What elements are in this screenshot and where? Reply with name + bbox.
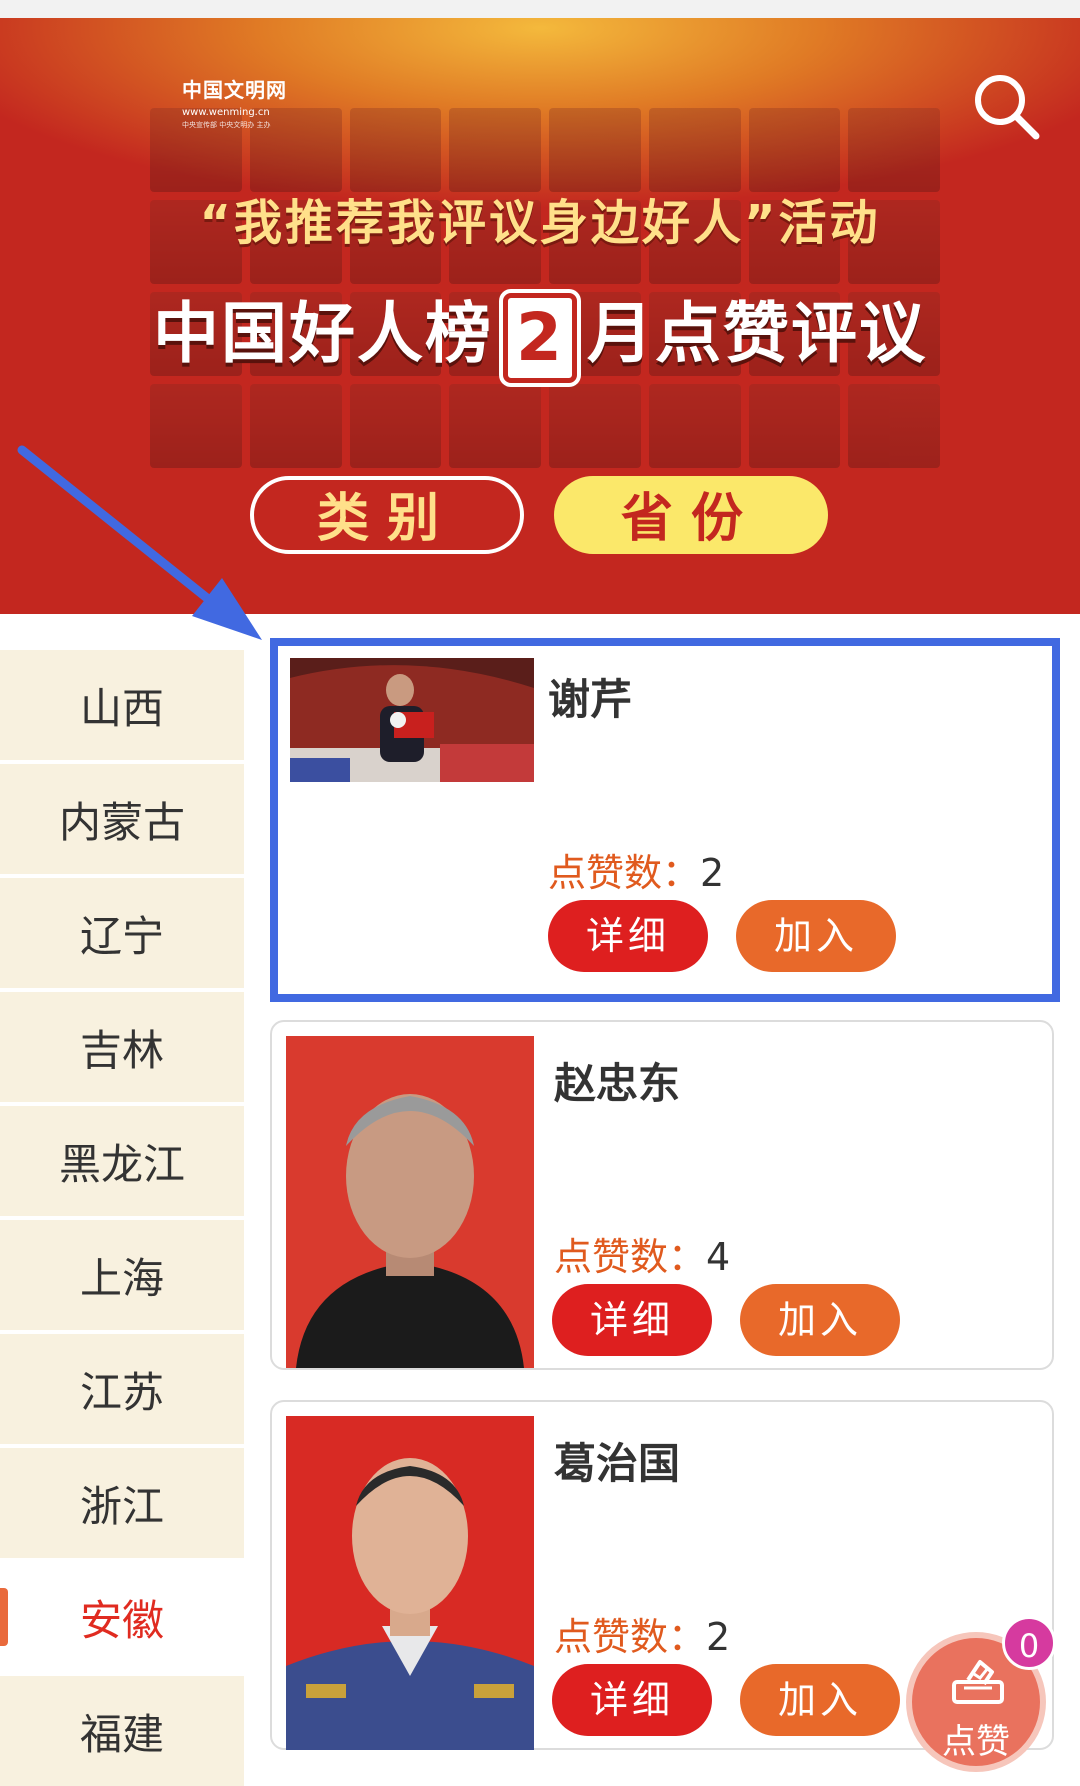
sidebar-item-jiangsu[interactable]: 江苏 xyxy=(0,1334,244,1444)
logo-name: 中国文明网 xyxy=(182,78,287,102)
search-button[interactable] xyxy=(970,70,1042,142)
headline-post: 月点赞评议 xyxy=(587,295,927,372)
active-indicator xyxy=(0,1588,8,1646)
like-fab-label: 点赞 xyxy=(942,1722,1010,1762)
campaign-headline: 中国好人榜 2 月点赞评议 xyxy=(0,280,1080,383)
join-button[interactable]: 加入 xyxy=(736,900,896,972)
province-sidebar: 山西 内蒙古 辽宁 吉林 黑龙江 上海 江苏 浙江 安徽 福建 xyxy=(0,614,244,1786)
join-button[interactable]: 加入 xyxy=(740,1664,900,1736)
like-count-label: 点赞数： xyxy=(548,851,701,895)
like-count-label: 点赞数： xyxy=(554,1235,707,1279)
sidebar-item-fujian[interactable]: 福建 xyxy=(0,1676,244,1786)
search-icon xyxy=(975,75,1040,140)
campaign-subtitle: “我推荐我评议身边好人”活动 xyxy=(199,195,881,251)
like-count-label: 点赞数： xyxy=(554,1615,707,1659)
person-name: 谢芹 xyxy=(548,675,633,724)
join-button[interactable]: 加入 xyxy=(740,1284,900,1356)
like-count-value: 4 xyxy=(706,1235,731,1279)
detail-button[interactable]: 详细 xyxy=(552,1664,712,1736)
sidebar-item-anhui[interactable]: 安徽 xyxy=(0,1562,244,1672)
person-photo xyxy=(286,1036,534,1368)
like-count-badge: 0 xyxy=(1002,1616,1056,1670)
detail-button[interactable]: 详细 xyxy=(548,900,708,972)
person-name: 赵忠东 xyxy=(554,1059,681,1108)
annotation-arrow xyxy=(17,445,262,640)
like-count: 点赞数：2 xyxy=(548,842,724,897)
vote-box-icon xyxy=(952,1660,1004,1704)
headline-pre: 中国好人榜 xyxy=(153,295,493,372)
tab-province[interactable]: 省份 xyxy=(554,476,828,554)
headline-month: 2 xyxy=(503,292,577,383)
sidebar-item-shanxi[interactable]: 山西 xyxy=(0,650,244,760)
person-photo xyxy=(286,1416,534,1750)
tab-category[interactable]: 类别 xyxy=(250,476,524,554)
like-count: 点赞数：2 xyxy=(554,1606,730,1661)
like-count-value: 2 xyxy=(706,1615,731,1659)
sidebar-item-heilongjiang[interactable]: 黑龙江 xyxy=(0,1106,244,1216)
site-logo: 中国文明网 www.wenming.cn 中央宣传部 中央文明办 主办 xyxy=(182,74,287,130)
sidebar-item-neimenggu[interactable]: 内蒙古 xyxy=(0,764,244,874)
sidebar-item-jilin[interactable]: 吉林 xyxy=(0,992,244,1102)
logo-sponsor: 中央宣传部 中央文明办 主办 xyxy=(182,121,271,129)
person-name: 葛治国 xyxy=(554,1439,681,1488)
sidebar-item-liaoning[interactable]: 辽宁 xyxy=(0,878,244,988)
like-count-value: 2 xyxy=(700,851,725,895)
person-photo xyxy=(290,658,534,782)
logo-url: www.wenming.cn xyxy=(182,107,270,118)
person-card: 赵忠东 点赞数：4 详细 加入 xyxy=(270,1020,1054,1370)
person-card: 谢芹 点赞数：2 详细 加入 xyxy=(270,638,1060,1002)
status-strip xyxy=(0,0,1080,18)
sidebar-item-shanghai[interactable]: 上海 xyxy=(0,1220,244,1330)
detail-button[interactable]: 详细 xyxy=(552,1284,712,1356)
sidebar-item-zhejiang[interactable]: 浙江 xyxy=(0,1448,244,1558)
like-count: 点赞数：4 xyxy=(554,1226,730,1281)
